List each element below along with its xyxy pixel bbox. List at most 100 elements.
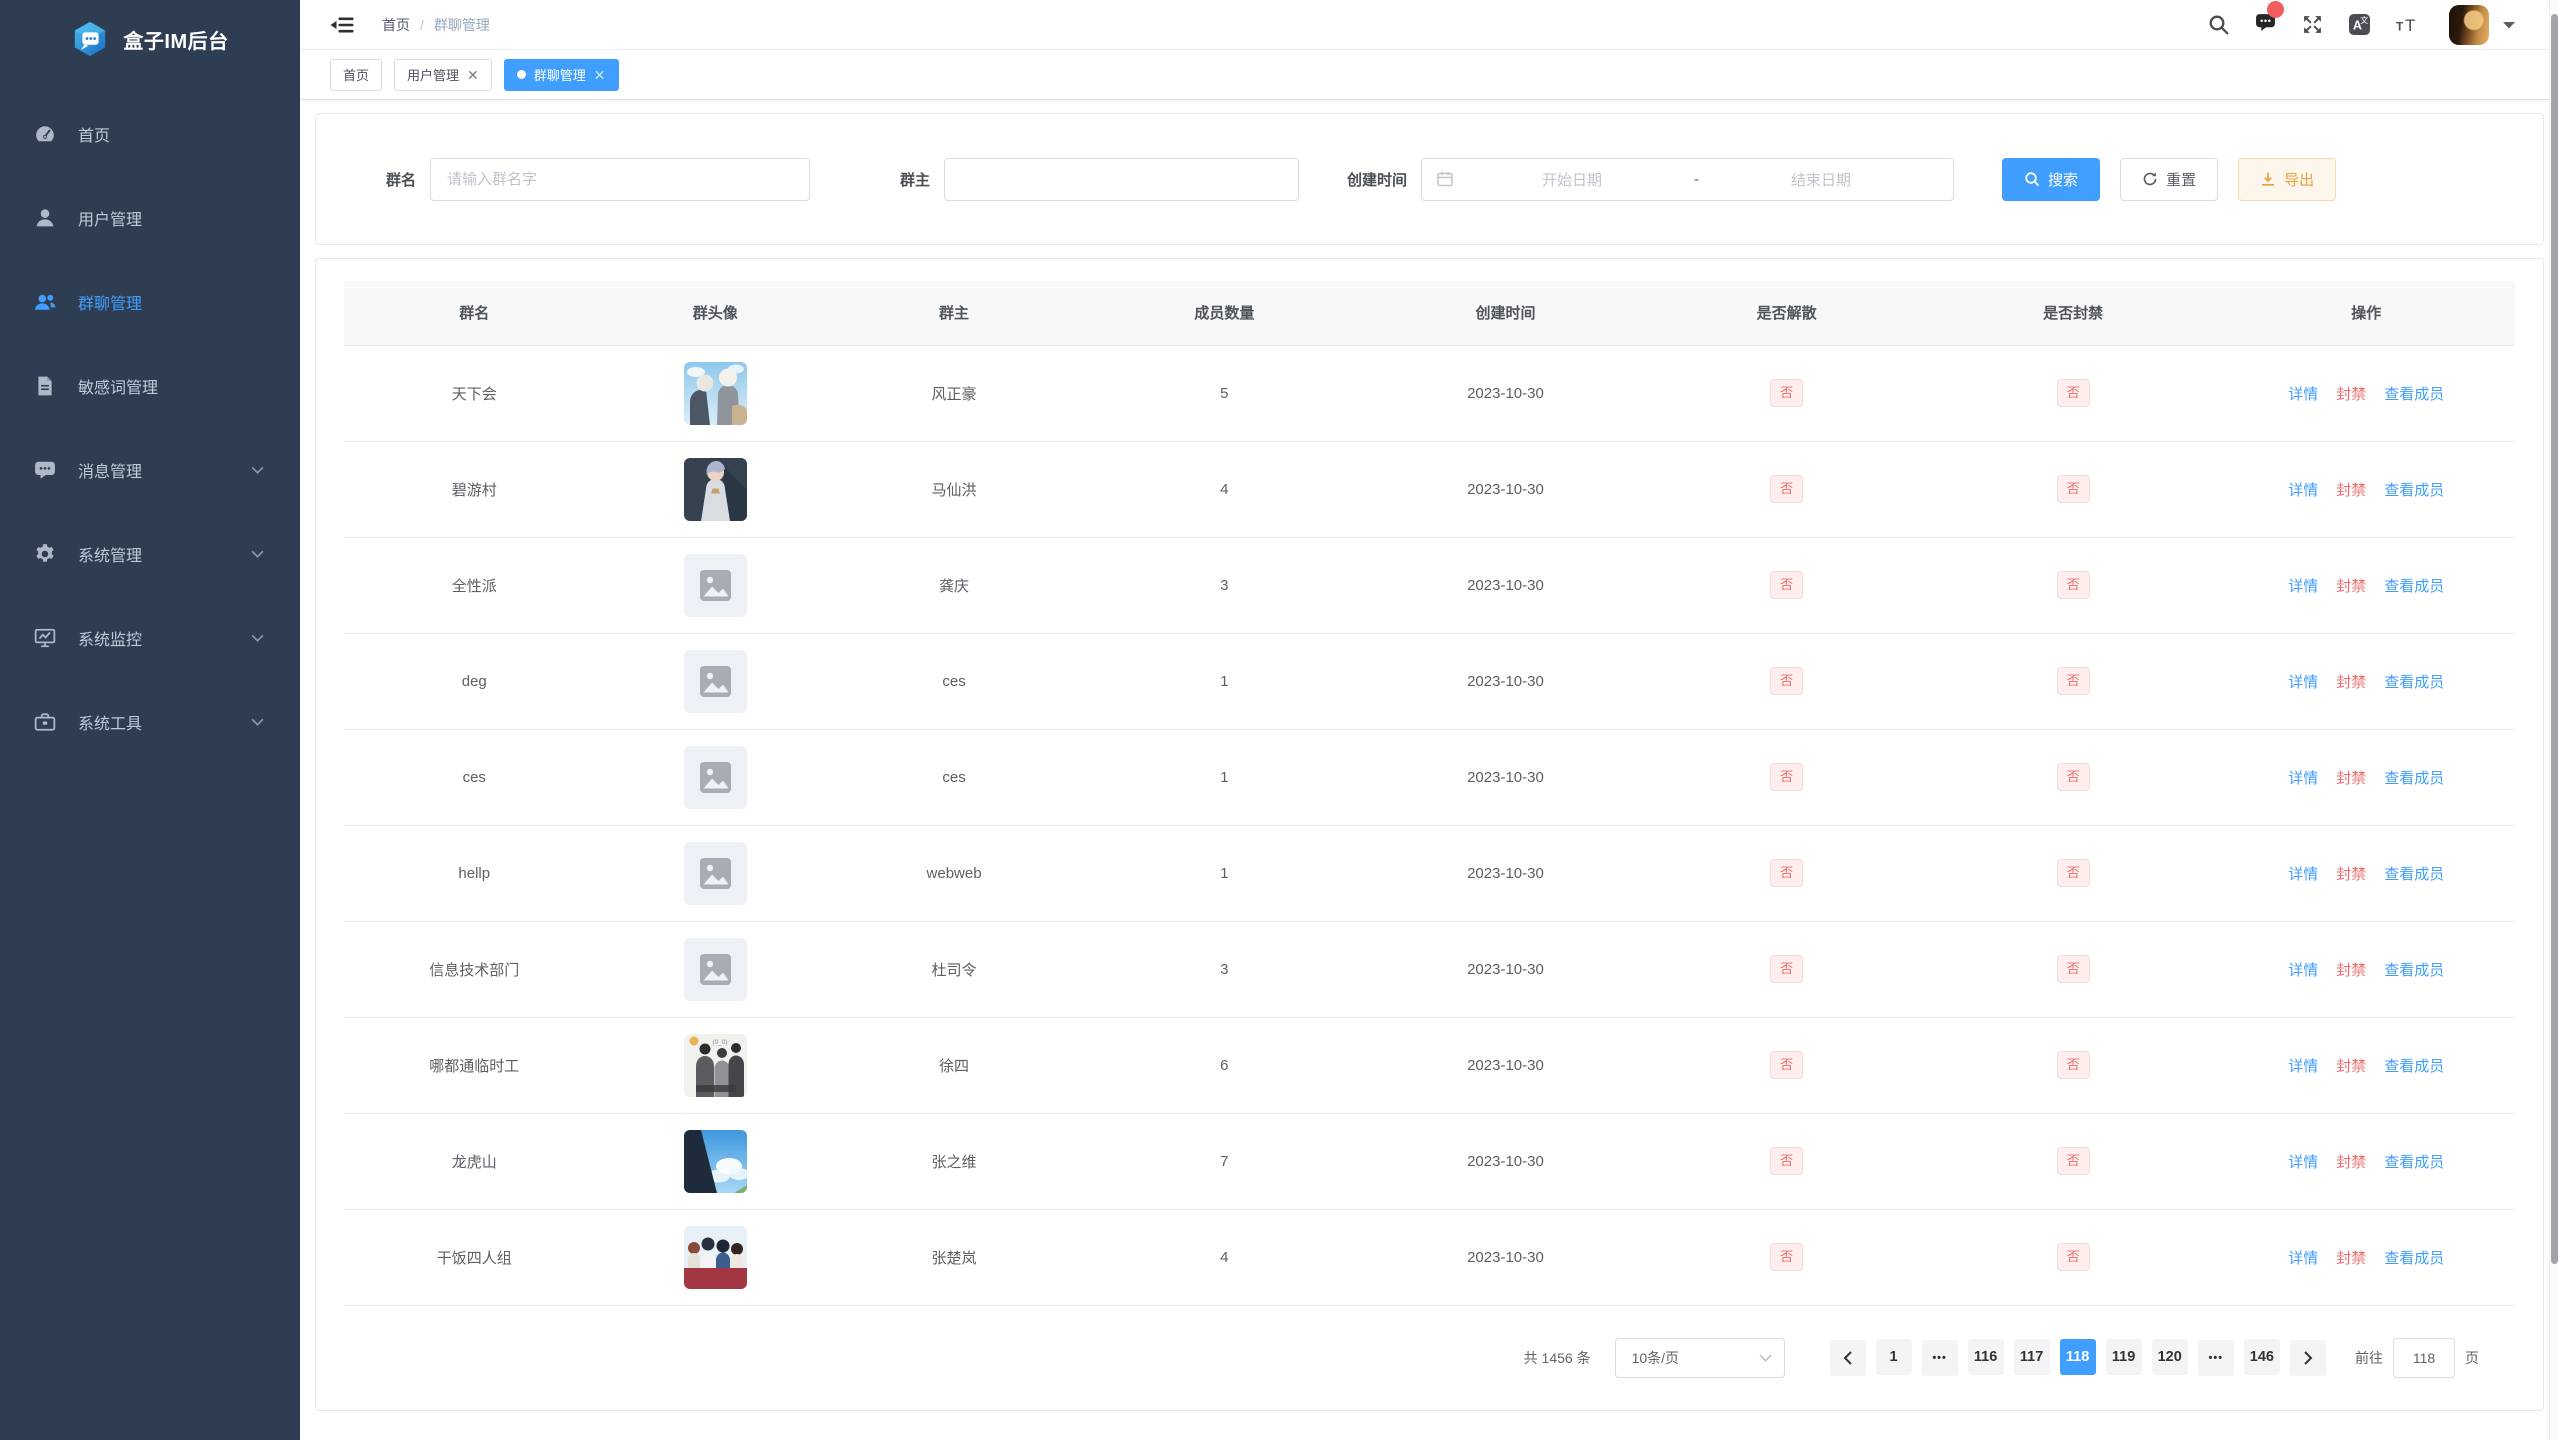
cell-owner: webweb bbox=[826, 825, 1082, 921]
group-avatar bbox=[684, 650, 747, 713]
caret-down-icon[interactable] bbox=[2503, 21, 2515, 29]
view-members-link[interactable]: 查看成员 bbox=[2384, 866, 2444, 883]
view-members-link[interactable]: 查看成员 bbox=[2384, 962, 2444, 979]
gear-icon bbox=[34, 543, 56, 565]
sidebar-item-user-management[interactable]: 用户管理 bbox=[0, 176, 300, 260]
sidebar-item-system-management[interactable]: 系统管理 bbox=[0, 512, 300, 596]
ban-link[interactable]: 封禁 bbox=[2336, 674, 2366, 691]
page-button-1[interactable]: 1 bbox=[1876, 1339, 1912, 1375]
messages-button[interactable] bbox=[2255, 12, 2276, 38]
sidebar-item-message-management[interactable]: 消息管理 bbox=[0, 428, 300, 512]
view-members-link[interactable]: 查看成员 bbox=[2384, 1058, 2444, 1075]
group-name-input[interactable] bbox=[430, 158, 810, 201]
reset-button[interactable]: 重置 bbox=[2120, 158, 2218, 201]
ban-link[interactable]: 封禁 bbox=[2336, 482, 2366, 499]
detail-link[interactable]: 详情 bbox=[2288, 386, 2318, 403]
topbar: 首页 / 群聊管理 A文 TT bbox=[300, 0, 2559, 50]
page-button-120[interactable]: 120 bbox=[2152, 1339, 2188, 1375]
filter-card: 群名 群主 创建时间 开始日期 - 结束日期 搜索 重置 bbox=[315, 113, 2544, 245]
sidebar-item-label: 用户管理 bbox=[78, 206, 142, 230]
detail-link[interactable]: 详情 bbox=[2288, 962, 2318, 979]
goto-suffix: 页 bbox=[2465, 1348, 2479, 1368]
detail-link[interactable]: 详情 bbox=[2288, 1250, 2318, 1267]
export-button[interactable]: 导出 bbox=[2238, 158, 2336, 201]
cell-owner: 张之维 bbox=[826, 1113, 1082, 1209]
main-area: 首页 / 群聊管理 A文 TT 首页用户管理✕群聊管理✕ 群名 群主 bbox=[300, 0, 2559, 1440]
chat-icon bbox=[34, 459, 56, 481]
detail-link[interactable]: 详情 bbox=[2288, 866, 2318, 883]
dissolved-badge: 否 bbox=[1770, 763, 1803, 791]
view-members-link[interactable]: 查看成员 bbox=[2384, 578, 2444, 595]
page-buttons: 1 ••• 116 117 118 119 120 ••• 146 bbox=[1871, 1339, 2285, 1376]
view-members-link[interactable]: 查看成员 bbox=[2384, 1250, 2444, 1267]
sidebar-item-system-monitor[interactable]: 系统监控 bbox=[0, 596, 300, 680]
page-size-select[interactable]: 10条/页 bbox=[1615, 1338, 1785, 1378]
dissolved-badge: 否 bbox=[1770, 1051, 1803, 1079]
sidebar-toggle-icon[interactable] bbox=[330, 15, 354, 35]
created-date-range-input[interactable]: 开始日期 - 结束日期 bbox=[1421, 158, 1954, 201]
page-button-146[interactable]: 146 bbox=[2244, 1339, 2280, 1375]
tab-首页[interactable]: 首页 bbox=[330, 59, 382, 91]
svg-text:(0_0): (0_0) bbox=[712, 1039, 727, 1046]
sidebar-menu: 首页用户管理群聊管理敏感词管理消息管理系统管理系统监控系统工具 bbox=[0, 78, 300, 764]
ban-link[interactable]: 封禁 bbox=[2336, 1154, 2366, 1171]
cell-created: 2023-10-30 bbox=[1367, 633, 1645, 729]
ban-link[interactable]: 封禁 bbox=[2336, 1058, 2366, 1075]
view-members-link[interactable]: 查看成员 bbox=[2384, 1154, 2444, 1171]
font-size-icon[interactable]: TT bbox=[2396, 15, 2419, 35]
tab-用户管理[interactable]: 用户管理✕ bbox=[394, 59, 492, 91]
close-tab-icon[interactable]: ✕ bbox=[467, 68, 479, 82]
goto-page-input[interactable] bbox=[2393, 1338, 2455, 1378]
breadcrumb-home[interactable]: 首页 bbox=[382, 15, 410, 35]
cell-created: 2023-10-30 bbox=[1367, 729, 1645, 825]
view-members-link[interactable]: 查看成员 bbox=[2384, 770, 2444, 787]
group-avatar: (0_0) bbox=[684, 1034, 747, 1097]
user-avatar[interactable] bbox=[2449, 5, 2489, 45]
tab-群聊管理[interactable]: 群聊管理✕ bbox=[504, 59, 619, 91]
calendar-icon bbox=[1436, 170, 1454, 188]
sidebar-item-label: 敏感词管理 bbox=[78, 374, 158, 398]
detail-link[interactable]: 详情 bbox=[2288, 578, 2318, 595]
close-tab-icon[interactable]: ✕ bbox=[594, 68, 606, 82]
sidebar-item-home[interactable]: 首页 bbox=[0, 92, 300, 176]
view-members-link[interactable]: 查看成员 bbox=[2384, 674, 2444, 691]
ban-link[interactable]: 封禁 bbox=[2336, 866, 2366, 883]
sidebar-item-label: 系统管理 bbox=[78, 542, 142, 566]
page-button-119[interactable]: 119 bbox=[2106, 1339, 2142, 1375]
ban-link[interactable]: 封禁 bbox=[2336, 962, 2366, 979]
page-ellipsis[interactable]: ••• bbox=[2198, 1340, 2234, 1376]
detail-link[interactable]: 详情 bbox=[2288, 1154, 2318, 1171]
view-members-link[interactable]: 查看成员 bbox=[2384, 386, 2444, 403]
cell-group-name: 信息技术部门 bbox=[344, 921, 605, 1017]
page-ellipsis[interactable]: ••• bbox=[1922, 1340, 1958, 1376]
column-header: 操作 bbox=[2218, 281, 2515, 345]
ban-link[interactable]: 封禁 bbox=[2336, 770, 2366, 787]
page-button-116[interactable]: 116 bbox=[1968, 1339, 2004, 1375]
start-date-placeholder: 开始日期 bbox=[1454, 169, 1690, 190]
next-page-button[interactable] bbox=[2290, 1340, 2326, 1376]
dissolved-badge: 否 bbox=[1770, 667, 1803, 695]
page-button-118[interactable]: 118 bbox=[2060, 1339, 2096, 1375]
cell-created: 2023-10-30 bbox=[1367, 1017, 1645, 1113]
scrollbar-thumb[interactable] bbox=[2551, 14, 2558, 1264]
detail-link[interactable]: 详情 bbox=[2288, 674, 2318, 691]
detail-link[interactable]: 详情 bbox=[2288, 482, 2318, 499]
page-button-117[interactable]: 117 bbox=[2014, 1339, 2050, 1375]
view-members-link[interactable]: 查看成员 bbox=[2384, 482, 2444, 499]
translate-icon[interactable]: A文 bbox=[2349, 14, 2370, 35]
detail-link[interactable]: 详情 bbox=[2288, 770, 2318, 787]
ban-link[interactable]: 封禁 bbox=[2336, 386, 2366, 403]
fullscreen-icon[interactable] bbox=[2302, 14, 2323, 35]
search-button[interactable]: 搜索 bbox=[2002, 158, 2100, 201]
prev-page-button[interactable] bbox=[1830, 1340, 1866, 1376]
page-size-value: 10条/页 bbox=[1632, 1348, 1679, 1368]
sidebar-item-system-tools[interactable]: 系统工具 bbox=[0, 680, 300, 764]
sidebar-item-group-chat-management[interactable]: 群聊管理 bbox=[0, 260, 300, 344]
owner-input[interactable] bbox=[944, 158, 1299, 201]
ban-link[interactable]: 封禁 bbox=[2336, 578, 2366, 595]
search-icon[interactable] bbox=[2208, 14, 2229, 35]
detail-link[interactable]: 详情 bbox=[2288, 1058, 2318, 1075]
group-avatar bbox=[684, 554, 747, 617]
ban-link[interactable]: 封禁 bbox=[2336, 1250, 2366, 1267]
sidebar-item-sensitive-words[interactable]: 敏感词管理 bbox=[0, 344, 300, 428]
